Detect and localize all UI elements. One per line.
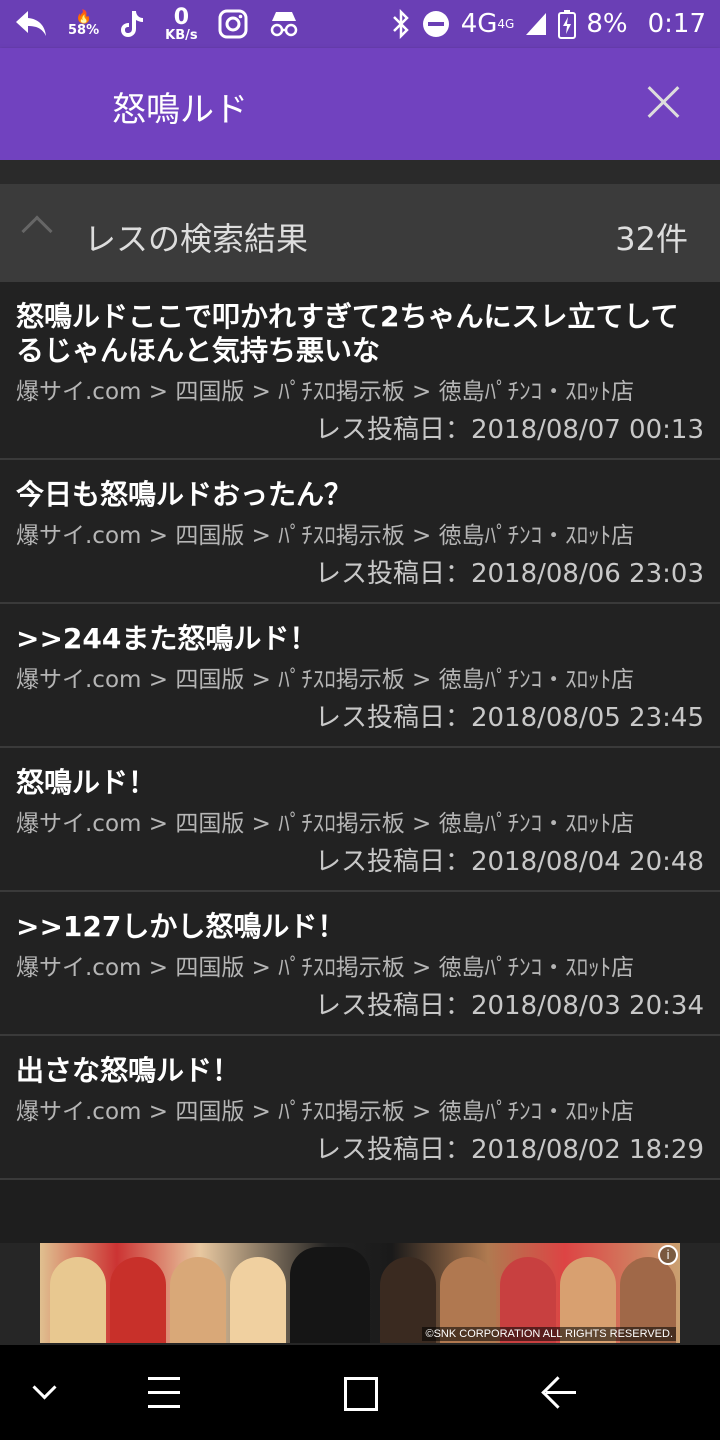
status-bar: 🔥 58% 0 KB/s 4G 4G 8% 0:17: [0, 0, 720, 48]
battery-charging-icon: [558, 9, 577, 39]
network-label: 4G: [460, 9, 498, 39]
tiktok-icon: [119, 9, 145, 39]
page-title: 怒鳴ルド: [112, 90, 248, 130]
list-item[interactable]: 出さな怒鳴ルド！ 爆サイ.com > 四国版 > ﾊﾟﾁｽﾛ掲示板 > 徳島ﾊﾟ…: [0, 1036, 720, 1180]
item-title: 怒鳴ルドここで叩かれすぎて2ちゃんにスレ立てしてるじゃんほんと気持ち悪いな: [16, 300, 679, 367]
incognito-icon: [268, 9, 300, 39]
ad-character: [170, 1257, 226, 1343]
item-title: 出さな怒鳴ルド！: [16, 1054, 241, 1087]
item-title: >>244また怒鳴ルド！: [16, 622, 318, 655]
home-square-icon[interactable]: [336, 1369, 384, 1417]
app-bar: 怒鳴ルド: [0, 48, 720, 160]
results-section-header[interactable]: レスの検索結果 32件: [0, 184, 720, 282]
list-item[interactable]: 怒鳴ルド！ 爆サイ.com > 四国版 > ﾊﾟﾁｽﾛ掲示板 > 徳島ﾊﾟﾁﾝｺ…: [0, 748, 720, 892]
speed-value: 0: [173, 4, 190, 30]
speed-unit: KB/s: [165, 27, 198, 43]
item-date: レス投稿日：2018/08/05 23:45: [314, 703, 704, 733]
reply-icon: [14, 9, 48, 39]
item-date: レス投稿日：2018/08/04 20:48: [314, 847, 704, 877]
battery-saver-percent: 58%: [68, 23, 100, 38]
bluetooth-icon: [391, 9, 411, 39]
results-list: 怒鳴ルドここで叩かれすぎて2ちゃんにスレ立てしてるじゃんほんと気持ち悪いな 爆サ…: [0, 282, 720, 1180]
info-icon[interactable]: i: [658, 1245, 678, 1265]
ad-character: [110, 1257, 166, 1343]
list-item[interactable]: >>127しかし怒鳴ルド！ 爆サイ.com > 四国版 > ﾊﾟﾁｽﾛ掲示板 >…: [0, 892, 720, 1036]
network-label-small: 4G: [497, 17, 515, 31]
list-item[interactable]: 今日も怒鳴ルドおったん？ 爆サイ.com > 四国版 > ﾊﾟﾁｽﾛ掲示板 > …: [0, 460, 720, 604]
dnd-icon: [421, 9, 451, 39]
signal-icon: [524, 11, 548, 37]
item-date: レス投稿日：2018/08/07 00:13: [314, 415, 704, 445]
ad-character: [230, 1257, 286, 1343]
ad-character: [50, 1257, 106, 1343]
divider: [0, 160, 720, 184]
item-title: 怒鳴ルド！: [16, 766, 157, 799]
chevron-down-icon[interactable]: [22, 1369, 70, 1417]
item-breadcrumb: 爆サイ.com > 四国版 > ﾊﾟﾁｽﾛ掲示板 > 徳島ﾊﾟﾁﾝｺ・ｽﾛｯﾄ店: [16, 955, 635, 981]
item-breadcrumb: 爆サイ.com > 四国版 > ﾊﾟﾁｽﾛ掲示板 > 徳島ﾊﾟﾁﾝｺ・ｽﾛｯﾄ店: [16, 523, 635, 549]
item-breadcrumb: 爆サイ.com > 四国版 > ﾊﾟﾁｽﾛ掲示板 > 徳島ﾊﾟﾁﾝｺ・ｽﾛｯﾄ店: [16, 667, 635, 693]
back-arrow-icon[interactable]: [536, 1369, 584, 1417]
ad-character: [290, 1247, 370, 1343]
item-title: 今日も怒鳴ルドおったん？: [16, 478, 353, 511]
item-breadcrumb: 爆サイ.com > 四国版 > ﾊﾟﾁｽﾛ掲示板 > 徳島ﾊﾟﾁﾝｺ・ｽﾛｯﾄ店: [16, 811, 635, 837]
item-title: >>127しかし怒鳴ルド！: [16, 910, 346, 943]
item-date: レス投稿日：2018/08/02 18:29: [314, 1135, 704, 1165]
battery-percent: 8%: [586, 9, 628, 39]
section-title: レスの検索結果: [84, 220, 309, 258]
ad-copyright: ©SNK CORPORATION ALL RIGHTS RESERVED.: [422, 1327, 676, 1341]
item-breadcrumb: 爆サイ.com > 四国版 > ﾊﾟﾁｽﾛ掲示板 > 徳島ﾊﾟﾁﾝｺ・ｽﾛｯﾄ店: [16, 379, 635, 405]
list-item[interactable]: >>244また怒鳴ルド！ 爆サイ.com > 四国版 > ﾊﾟﾁｽﾛ掲示板 > …: [0, 604, 720, 748]
menu-icon[interactable]: [140, 1369, 188, 1417]
navigation-bar: [0, 1345, 720, 1440]
chevron-up-icon[interactable]: [21, 215, 53, 247]
ad-banner[interactable]: i ©SNK CORPORATION ALL RIGHTS RESERVED.: [40, 1243, 680, 1343]
item-breadcrumb: 爆サイ.com > 四国版 > ﾊﾟﾁｽﾛ掲示板 > 徳島ﾊﾟﾁﾝｺ・ｽﾛｯﾄ店: [16, 1099, 635, 1125]
list-item[interactable]: 怒鳴ルドここで叩かれすぎて2ちゃんにスレ立てしてるじゃんほんと気持ち悪いな 爆サ…: [0, 282, 720, 460]
item-date: レス投稿日：2018/08/03 20:34: [314, 991, 704, 1021]
network-type: 4G 4G: [461, 9, 515, 39]
item-date: レス投稿日：2018/08/06 23:03: [314, 559, 704, 589]
speed-meter: 0 KB/s: [165, 4, 198, 43]
result-count: 32件: [615, 220, 688, 258]
clock: 0:17: [647, 9, 706, 39]
ad-container: i ©SNK CORPORATION ALL RIGHTS RESERVED.: [0, 1243, 720, 1345]
flame-icon: 🔥 58%: [68, 10, 100, 38]
instagram-icon: [218, 9, 248, 39]
close-icon[interactable]: [646, 84, 682, 120]
